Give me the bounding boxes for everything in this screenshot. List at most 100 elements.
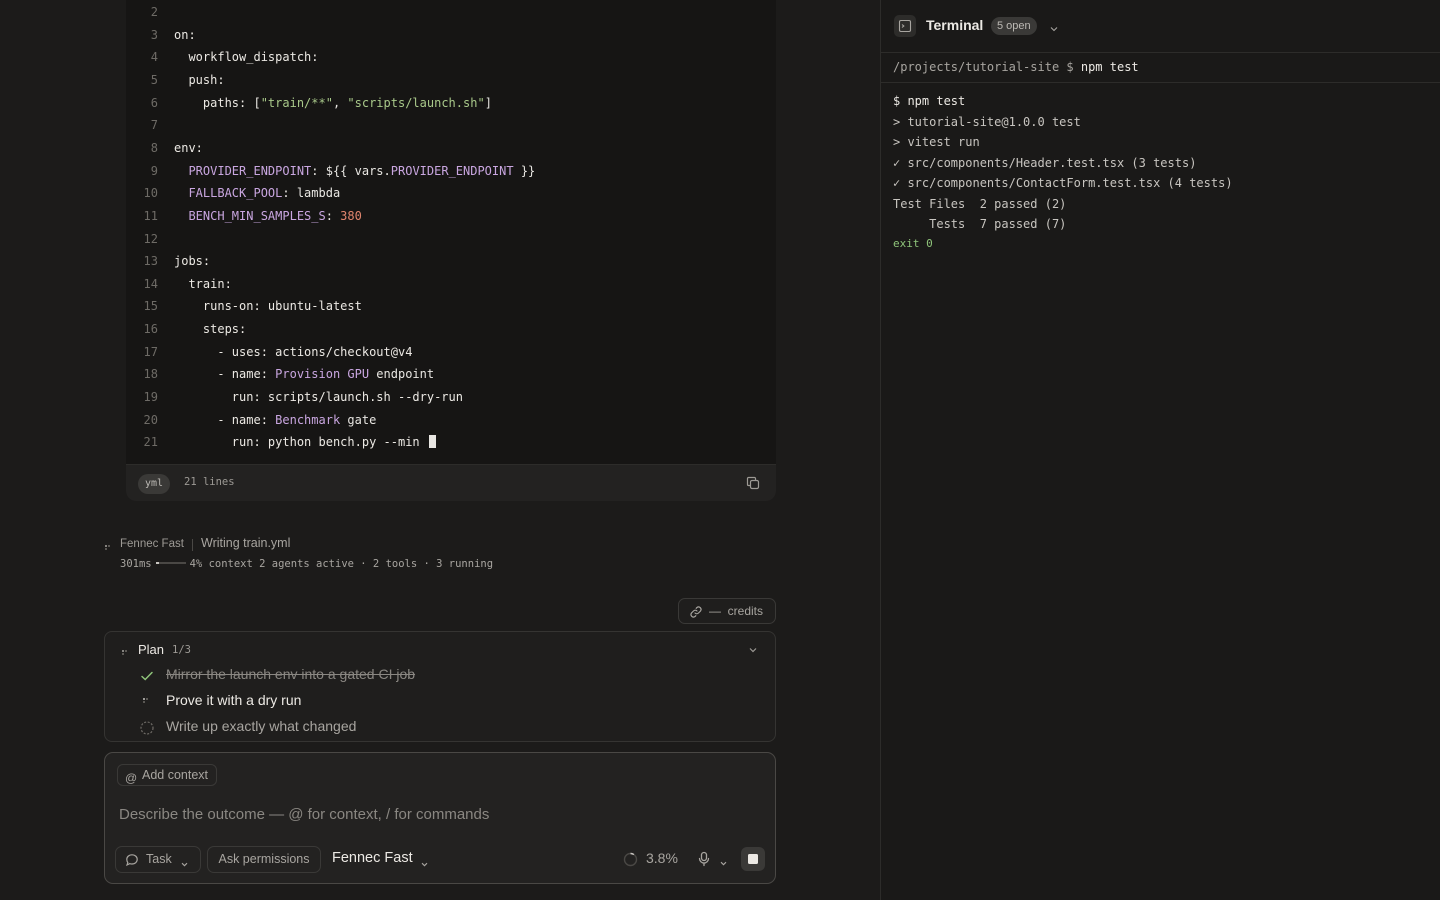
code-token: 380 [340,208,362,223]
microphone-icon[interactable] [697,851,711,867]
code-token: on: [174,27,196,42]
code-line: 5 push: [126,69,776,91]
code-token: push: [174,72,225,87]
line-number: 18 [143,367,158,382]
ask-permissions-button[interactable]: Ask permissions [207,846,321,873]
line-number: 4 [150,50,158,65]
terminal-cwd: /projects/tutorial-site $ [893,60,1081,74]
code-token: endpoint [369,367,435,382]
terminal-line: > tutorial-site@1.0.0 test [893,114,1081,129]
line-number: 7 [150,118,158,133]
line-content: env: [174,137,203,159]
plan-item: Prove it with a dry run [139,691,759,711]
code-token: workflow_dispatch: [174,50,319,65]
line-number: 15 [143,299,158,314]
line-content: FALLBACK_POOL: lambda [174,182,340,204]
agent-status: Fennec Fast Writing train.yml 301ms 4% co… [104,534,784,574]
pending-circle-icon [139,720,155,736]
line-content: steps: [174,318,246,340]
code-token: jobs: [174,254,211,269]
terminal-command-bar[interactable]: /projects/tutorial-site $ npm test [881,53,1440,83]
code-token: PROVIDER_ENDPOINT [390,163,514,178]
plan-progress: 1/3 [172,644,191,656]
code-editor[interactable]: 2 3 on: 4 workflow_dispatch: 5 push: 6 paths:… [126,0,776,464]
line-number: 17 [143,344,158,359]
check-icon [139,668,155,684]
add-context-label: Add context [142,768,209,782]
terminal-header: Terminal 5 open [881,0,1440,53]
latency: 301ms [120,558,152,570]
model-selector[interactable]: Fennec Fast [331,846,431,873]
plan-item-text: Write up exactly what changed [166,718,357,734]
code-line: 6 paths: ["train/**", "scripts/launch.sh… [126,92,776,114]
code-token: Benchmark [275,412,341,427]
code-line: 16 steps: [126,318,776,340]
code-token: run: python bench.py --min [174,435,427,450]
language-badge: yml [138,474,171,494]
chat-bubble-icon [125,853,139,867]
context-bar-fill [155,562,159,564]
terminal-title: Terminal [926,17,984,33]
exit-status: exit 0 [893,237,933,250]
terminal-command: npm test [1080,60,1139,74]
task-mode-button[interactable]: Task [115,846,201,873]
context-bar [155,562,186,564]
code-token: gate [340,412,377,427]
plan-item: Write up exactly what changed [139,717,759,737]
line-content: train: [174,273,232,295]
code-line: 21 run: python bench.py --min [126,431,776,453]
code-token: : [325,208,341,223]
open-count-badge[interactable]: 5 open [991,17,1037,35]
terminal-line: > vitest run [893,135,980,149]
line-content: PROVIDER_ENDPOINT: ${{ vars.PROVIDER_END… [174,160,535,182]
code-token: }} [513,163,536,178]
spinner-icon [104,539,112,550]
line-number: 11 [143,208,158,223]
prompt-input[interactable] [119,803,759,825]
line-content: run: python bench.py --min [174,431,436,453]
line-number: 3 [150,27,158,42]
chevron-down-icon[interactable] [747,643,759,655]
line-content: - name: Benchmark gate [174,409,376,431]
line-number: 8 [150,140,158,155]
code-token: runs-on: ubuntu-latest [174,299,362,314]
terminal-icon [894,15,916,37]
terminal-line: $ npm test [893,94,966,108]
code-token: train: [174,276,232,291]
line-number: 5 [150,72,158,87]
line-count: 21 lines [184,476,235,488]
usage-indicator[interactable]: 3.8% [623,846,685,873]
terminal-line: ✓ src/components/Header.test.tsx (3 test… [893,155,1197,170]
spinner-icon [121,644,129,655]
code-token: steps: [174,322,247,337]
chevron-down-icon[interactable] [1049,21,1059,32]
add-context-button[interactable]: @ Add context [117,764,218,786]
chevron-down-icon[interactable] [719,855,728,866]
chat-pane: 2 3 on: 4 workflow_dispatch: 5 push: 6 paths:… [0,0,880,900]
plan-title: Plan [138,642,165,657]
code-line: 8 env: [126,137,776,159]
stop-icon [748,854,758,864]
line-number: 6 [150,95,158,110]
credits-button[interactable]: — credits [678,598,776,624]
line-content: jobs: [174,250,210,272]
terminal-line: Test Files 2 passed (2) [893,196,1067,211]
code-footer: yml 21 lines [126,464,776,501]
terminal-line: ✓ src/components/ContactForm.test.tsx (4… [893,176,1233,190]
code-line: 12 [126,228,776,250]
code-line: 10 FALLBACK_POOL: lambda [126,182,776,204]
stop-button[interactable] [741,847,765,871]
code-line: 14 train: [126,273,776,295]
copy-icon[interactable] [746,476,760,490]
line-number: 2 [150,5,158,19]
code-token: ] [484,95,492,110]
code-token: - name: [174,412,276,427]
code-line: 2 [126,1,776,23]
agent-name: Fennec Fast [120,538,184,550]
line-content: - name: Provision GPU endpoint [174,363,434,385]
composer: @ Add context Task Ask permissions Fenne… [104,752,776,884]
code-token: Provision GPU [275,367,370,382]
code-line: 9 PROVIDER_ENDPOINT: ${{ vars.PROVIDER_E… [126,160,776,182]
code-line: 18 - name: Provision GPU endpoint [126,363,776,385]
code-token: paths: [ [174,95,261,110]
